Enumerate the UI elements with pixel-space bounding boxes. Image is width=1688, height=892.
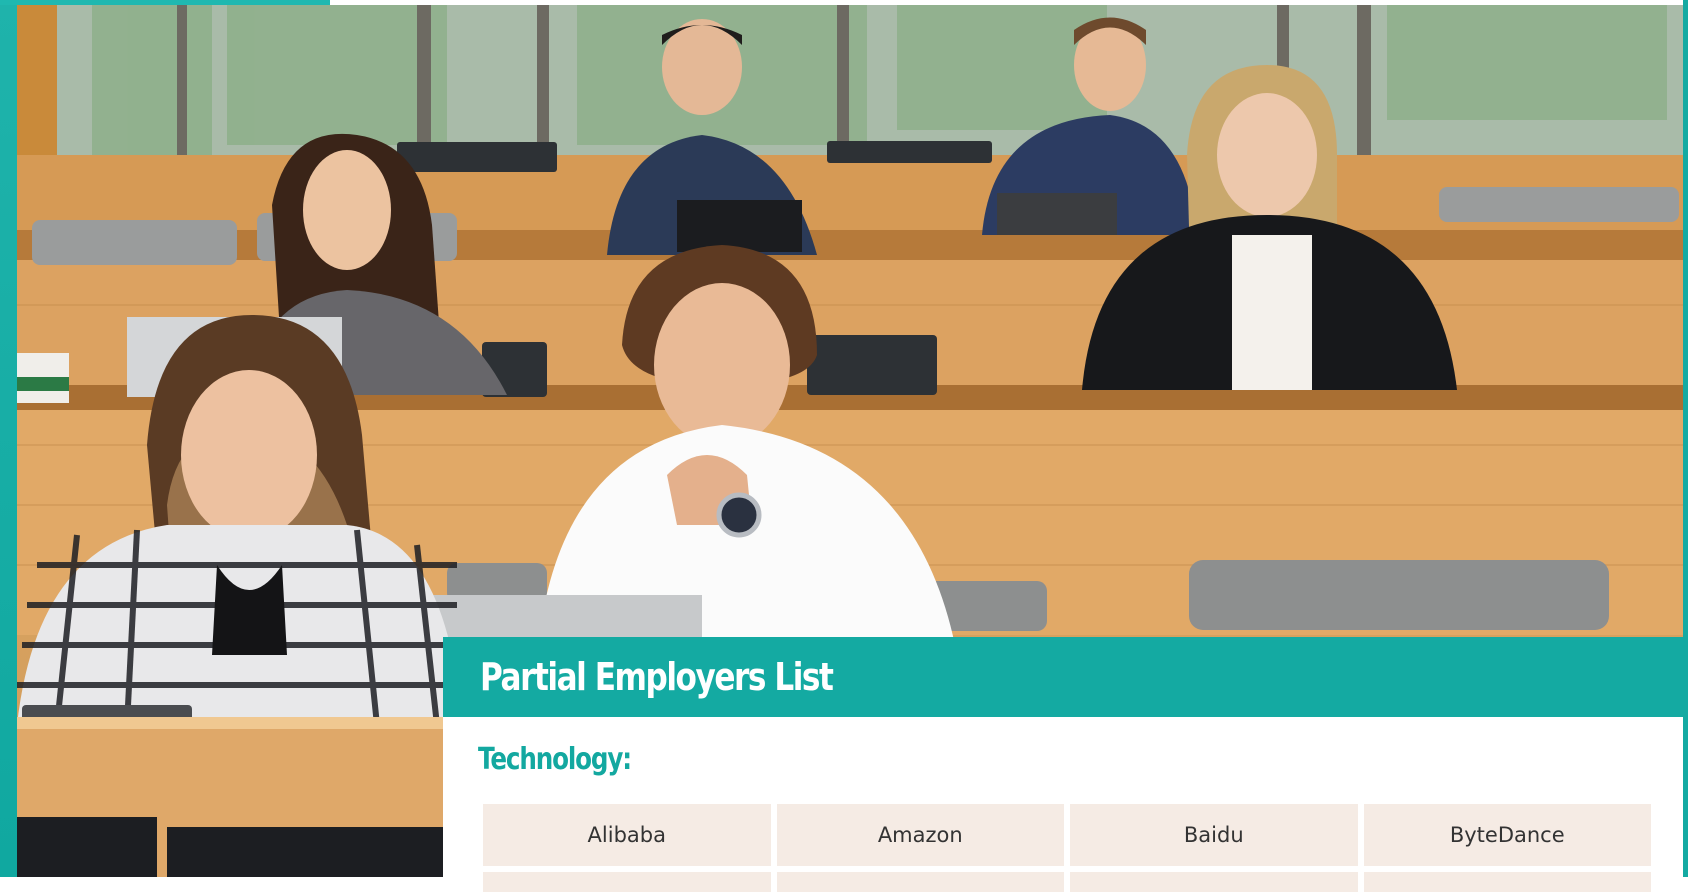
employer-cell: Amazon <box>776 804 1064 866</box>
employer-cell: Alibaba <box>483 804 771 866</box>
panel-title: Partial Employers List <box>480 655 834 699</box>
employers-panel: Partial Employers List Technology: Aliba… <box>443 637 1683 892</box>
right-teal-border <box>1683 0 1688 877</box>
section-title-technology: Technology: <box>478 742 632 777</box>
employer-cell-next-row <box>1363 872 1651 892</box>
employer-cell-next-row <box>483 872 771 892</box>
employer-cell-next-row <box>1070 872 1358 892</box>
panel-header: Partial Employers List <box>443 637 1683 717</box>
employer-cell: Baidu <box>1070 804 1358 866</box>
employer-cell-next-row <box>776 872 1064 892</box>
employer-cell: ByteDance <box>1363 804 1651 866</box>
left-teal-border <box>0 0 17 877</box>
employers-grid: Alibaba Amazon Baidu ByteDance <box>483 804 1651 892</box>
